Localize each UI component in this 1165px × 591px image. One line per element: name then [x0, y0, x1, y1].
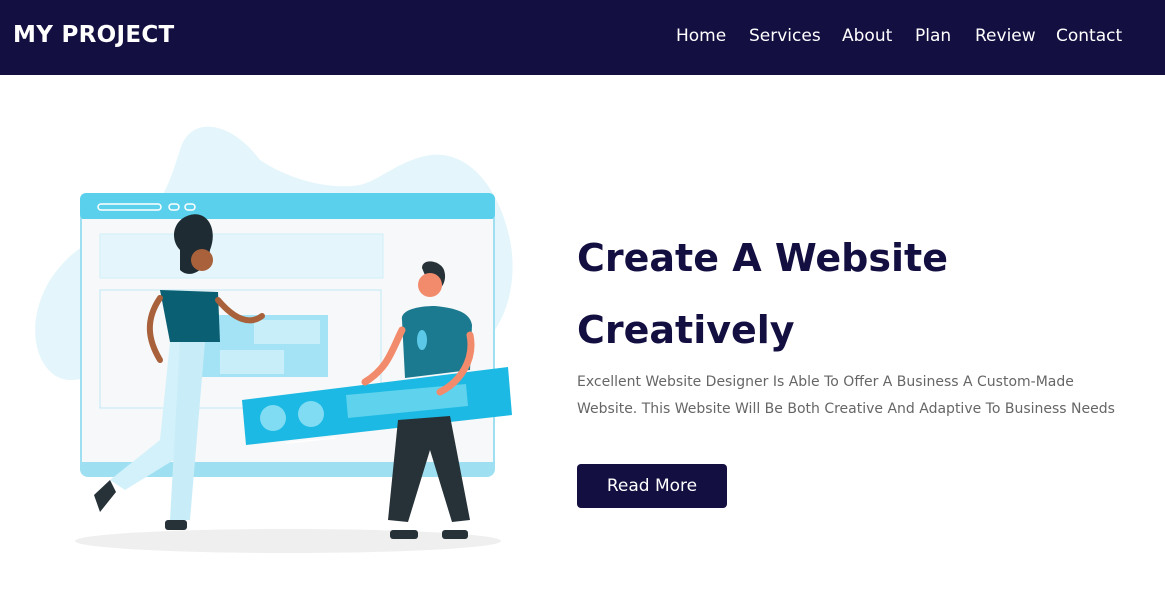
- hero-title: Create A Website Creatively: [577, 222, 1137, 366]
- nav-link-about[interactable]: About: [842, 24, 892, 48]
- nav-link-home[interactable]: Home: [676, 24, 726, 48]
- hero-title-line-1: Create A Website: [577, 236, 948, 280]
- read-more-button[interactable]: Read More: [577, 464, 727, 508]
- nav-link-review[interactable]: Review: [975, 24, 1036, 48]
- hero-illustration: [30, 120, 530, 560]
- nav-link-contact[interactable]: Contact: [1056, 24, 1122, 48]
- hero-description: Excellent Website Designer Is Able To Of…: [577, 374, 1115, 417]
- hero-title-line-2: Creatively: [577, 308, 795, 352]
- nav-link-plan[interactable]: Plan: [915, 24, 951, 48]
- website-builders-illustration: [35, 126, 513, 553]
- navbar: MY PROJECT Home Services About Plan Revi…: [0, 0, 1165, 75]
- nav-link-services[interactable]: Services: [749, 24, 821, 48]
- nav-menu: Home Services About Plan Review Contact: [0, 24, 1165, 50]
